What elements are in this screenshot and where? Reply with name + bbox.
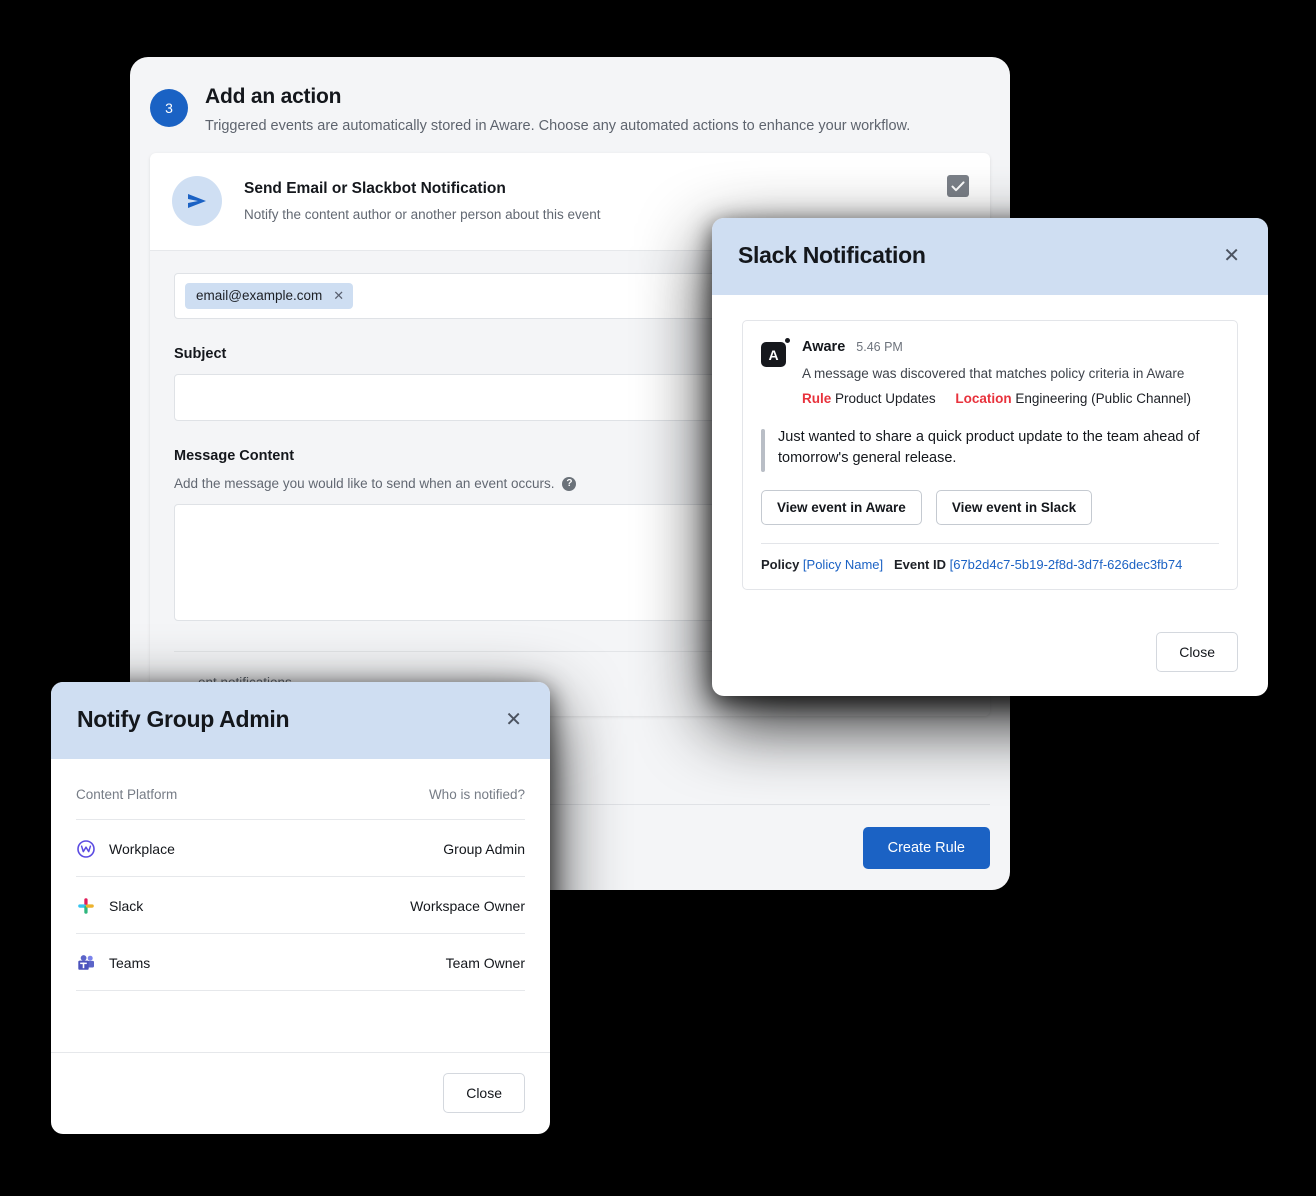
page-title: Add an action [205, 85, 342, 108]
screenshot-canvas: 3 Add an action Triggered events are aut… [0, 0, 1316, 1196]
create-rule-button[interactable]: Create Rule [862, 827, 990, 869]
table-row: Workplace Group Admin [76, 819, 525, 877]
question-mark-icon[interactable]: ? [562, 476, 577, 491]
recipient-chip-label: email@example.com [196, 288, 323, 303]
rule-value-label: Product Updates [835, 391, 936, 406]
platform-cell: Slack [76, 876, 287, 934]
slack-action-buttons: View event in Aware View event in Slack [761, 490, 1219, 525]
message-help-text: Add the message you would like to send w… [174, 476, 555, 491]
slack-modal-body: A Aware 5.46 PM A message was discovered… [712, 295, 1268, 590]
workplace-icon [76, 839, 95, 858]
slack-notification-modal: Slack Notification ✕ A Aware 5.46 PM A m… [712, 218, 1268, 696]
step-header: 3 Add an action Triggered events are aut… [130, 57, 1010, 134]
notify-modal-header: Notify Group Admin ✕ [51, 682, 550, 759]
slack-summary-text: A message was discovered that matches po… [802, 366, 1185, 381]
action-description: Notify the content author or another per… [244, 207, 601, 222]
column-header-notified: Who is notified? [428, 787, 525, 802]
column-header-platform: Content Platform [76, 787, 178, 802]
slack-modal-title: Slack Notification [738, 242, 926, 268]
slack-metadata-row: Rule Product Updates Location Engineerin… [802, 391, 1219, 406]
policy-key-label: Policy [761, 557, 800, 572]
slack-modal-header: Slack Notification ✕ [712, 218, 1268, 295]
page-subtitle: Triggered events are automatically store… [205, 118, 911, 134]
slack-quoted-message: Just wanted to share a quick product upd… [761, 427, 1219, 472]
policy-value-link[interactable]: [Policy Name] [803, 557, 883, 572]
teams-icon [76, 953, 95, 972]
status-dot-icon [785, 338, 790, 343]
platform-name: Slack [109, 897, 144, 914]
table-row: Teams Team Owner [76, 933, 525, 991]
step-number-badge: 3 [150, 89, 188, 127]
slack-quote-text: Just wanted to share a quick product upd… [778, 429, 1200, 467]
slack-icon [76, 896, 95, 915]
close-icon[interactable]: ✕ [1221, 246, 1242, 266]
view-event-in-aware-button[interactable]: View event in Aware [761, 490, 922, 525]
platform-cell: Workplace [76, 819, 287, 877]
slack-app-name: Aware [802, 339, 846, 355]
notify-modal-title: Notify Group Admin [77, 706, 290, 732]
location-key-label: Location [955, 391, 1012, 406]
notify-modal-body: Content Platform Who is notified? Workpl… [51, 759, 550, 991]
slack-timestamp: 5.46 PM [856, 340, 903, 354]
notified-role: Team Owner [286, 933, 525, 991]
table-header-row: Content Platform Who is notified? [76, 787, 525, 820]
action-checkbox[interactable] [947, 175, 969, 197]
view-event-in-slack-button[interactable]: View event in Slack [935, 490, 1093, 525]
location-value-label: Engineering (Public Channel) [1015, 391, 1191, 406]
send-paper-plane-icon [172, 176, 222, 226]
platform-name: Workplace [109, 840, 175, 857]
action-title: Send Email or Slackbot Notification [244, 180, 506, 197]
avatar: A [761, 338, 790, 367]
rule-key-label: Rule [802, 391, 832, 406]
slack-modal-footer: Close [712, 632, 1268, 696]
slack-close-button[interactable]: Close [1156, 632, 1238, 672]
slack-footer-divider [761, 543, 1219, 544]
event-id-value-link[interactable]: [67b2d4c7-5b19-2f8d-3d7f-626dec3fb74 [950, 557, 1183, 572]
notify-close-button[interactable]: Close [443, 1073, 525, 1113]
slack-message-preview: A Aware 5.46 PM A message was discovered… [742, 320, 1238, 590]
quote-bar [761, 429, 765, 472]
event-id-key-label: Event ID [893, 557, 946, 572]
slack-identifiers-row: Policy [Policy Name] Event ID [67b2d4c7-… [761, 557, 1219, 572]
notified-role: Workspace Owner [286, 876, 525, 934]
notified-role: Group Admin [286, 819, 525, 877]
platform-table: Content Platform Who is notified? Workpl… [76, 787, 525, 991]
platform-cell: Teams [76, 933, 287, 991]
close-icon[interactable]: ✕ [333, 289, 344, 302]
aware-logo-icon: A [761, 342, 786, 367]
platform-name: Teams [109, 954, 151, 971]
notify-modal-footer: Close [51, 1052, 550, 1134]
notify-group-admin-modal: Notify Group Admin ✕ Content Platform Wh… [51, 682, 550, 1134]
recipient-chip[interactable]: email@example.com ✕ [185, 283, 354, 309]
table-row: Slack Workspace Owner [76, 876, 525, 934]
close-icon[interactable]: ✕ [503, 710, 524, 730]
